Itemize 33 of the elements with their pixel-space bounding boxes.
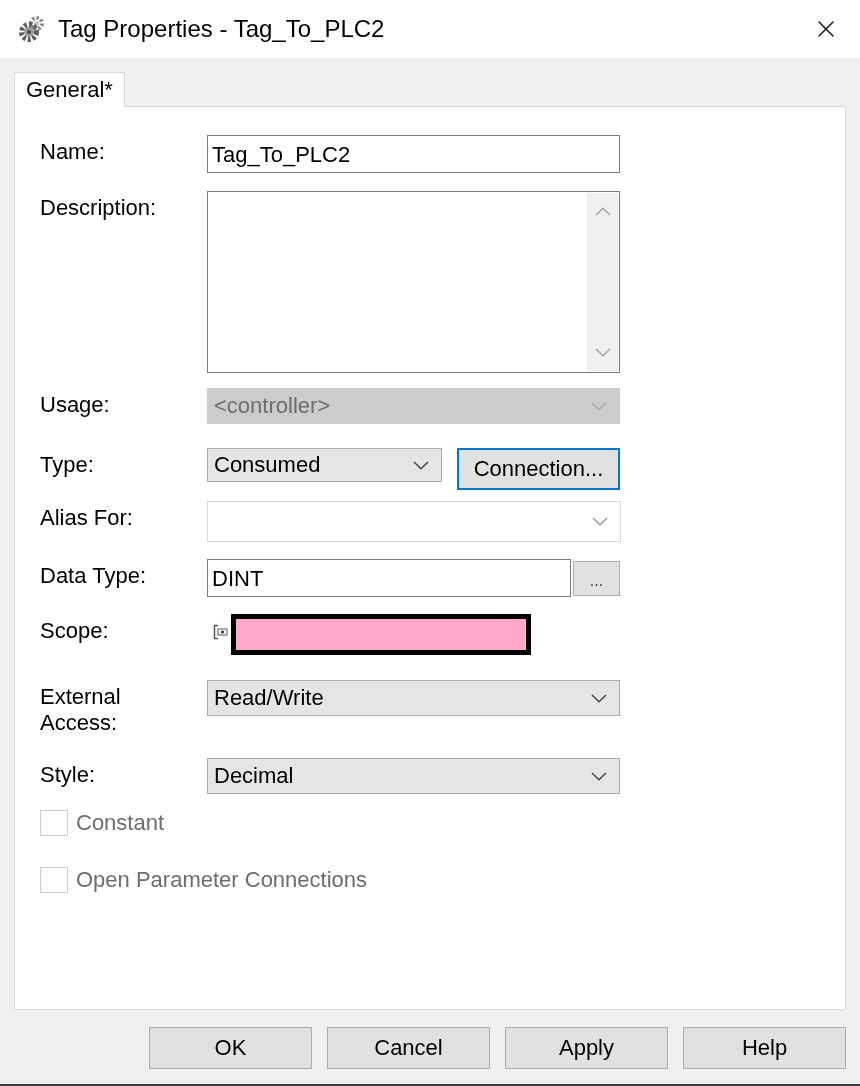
chevron-down-icon: [591, 693, 607, 703]
dropdown[interactable]: Consumed: [207, 448, 442, 482]
gears-icon: [17, 14, 47, 44]
field-label: External Access:: [40, 684, 122, 736]
field-label: Style:: [40, 762, 96, 788]
tab[interactable]: General*: [14, 72, 125, 107]
dialog-button[interactable]: Cancel: [327, 1027, 490, 1069]
scroll-up-icon[interactable]: [594, 207, 611, 216]
chevron-down-icon: [591, 401, 607, 411]
field-label: Scope:: [40, 618, 109, 644]
window-title: Tag Properties - Tag_To_PLC2: [58, 15, 385, 43]
dialog-button[interactable]: Apply: [505, 1027, 668, 1069]
chevron-down-icon: [592, 517, 608, 526]
text-field[interactable]: Tag_To_PLC2: [207, 135, 620, 173]
browse-button[interactable]: ...: [573, 561, 620, 596]
chevron-down-icon: [413, 460, 429, 470]
chevron-down-icon: [591, 771, 607, 781]
scope-icon: [213, 624, 229, 640]
dropdown[interactable]: Decimal: [207, 758, 620, 794]
vertical-scrollbar[interactable]: [587, 193, 618, 371]
dialog-button[interactable]: Help: [683, 1027, 846, 1069]
scroll-down-icon[interactable]: [594, 348, 611, 357]
field-label: Data Type:: [40, 563, 146, 589]
field-label: Usage:: [40, 392, 110, 418]
dialog-button[interactable]: OK: [149, 1027, 312, 1069]
data-type-field[interactable]: DINT: [207, 559, 571, 597]
field-label: Type:: [40, 452, 94, 478]
field-label: Description:: [40, 195, 157, 221]
description-field[interactable]: [207, 191, 620, 373]
connection-button[interactable]: Connection...: [457, 448, 620, 490]
field-label: Name:: [40, 139, 105, 165]
dropdown[interactable]: Read/Write: [207, 680, 620, 716]
field-label: Alias For:: [40, 505, 133, 531]
